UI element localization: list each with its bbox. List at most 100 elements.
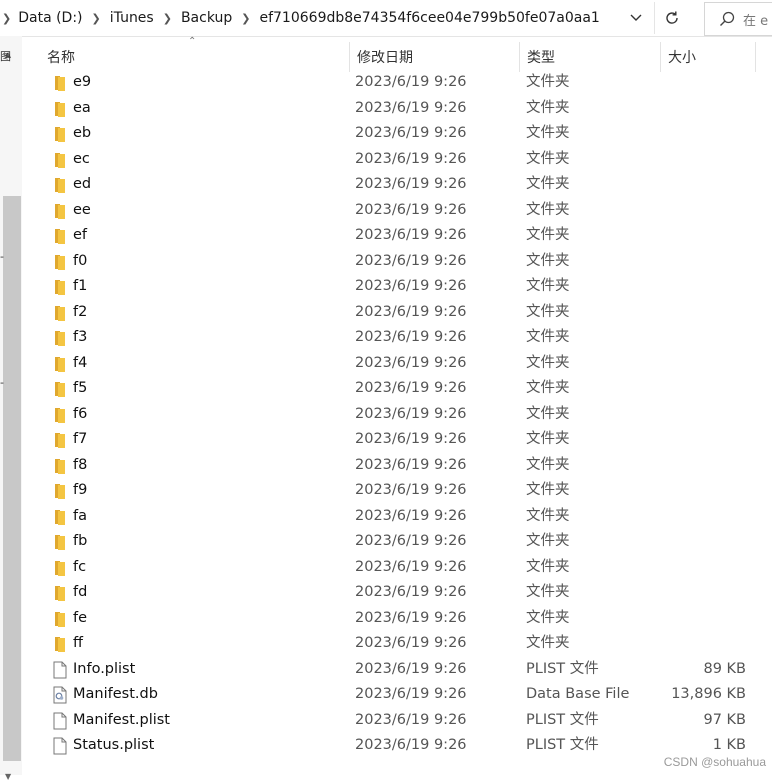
file-name[interactable]: ee [73,198,91,224]
file-name[interactable]: fb [73,529,87,555]
file-name[interactable]: ea [73,96,91,122]
file-type: PLIST 文件 [526,711,599,728]
file-date-modified: 2023/6/19 9:26 [355,278,467,294]
file-name[interactable]: Manifest.db [73,682,158,708]
file-name[interactable]: f7 [73,427,87,453]
file-row[interactable]: f4 2023/6/19 9:26 文件夹 [40,351,772,377]
file-date-modified: 2023/6/19 9:26 [355,74,467,90]
file-name[interactable]: e9 [73,70,91,96]
file-row[interactable]: fb 2023/6/19 9:26 文件夹 [40,529,772,555]
file-type: 文件夹 [526,278,570,294]
file-row[interactable]: eb 2023/6/19 9:26 文件夹 [40,121,772,147]
file-row[interactable]: f8 2023/6/19 9:26 文件夹 [40,453,772,479]
file-row[interactable]: Manifest.plist 2023/6/19 9:26 PLIST 文件 97 K… [40,708,772,734]
database-file-icon [52,686,68,704]
file-name[interactable]: f1 [73,274,87,300]
folder-icon [52,304,68,322]
file-name[interactable]: fa [73,504,87,530]
breadcrumb-item-itunes[interactable]: iTunes [110,10,154,26]
file-name[interactable]: Status.plist [73,733,154,759]
folder-icon [52,202,68,220]
file-size [646,453,746,479]
file-date-modified: 2023/6/19 9:26 [355,558,467,575]
file-row[interactable]: Status.plist 2023/6/19 9:26 PLIST 文件 1 KB [40,733,772,759]
file-row[interactable]: fc 2023/6/19 9:26 文件夹 [40,555,772,581]
file-size [646,223,746,249]
file-row[interactable]: fa 2023/6/19 9:26 文件夹 [40,504,772,530]
file-date-modified: 2023/6/19 9:26 [355,456,467,473]
file-icon [52,737,68,755]
folder-icon [52,406,68,424]
chevron-right-icon[interactable]: ❯ [92,12,101,25]
chevron-right-icon[interactable]: ❯ [241,12,250,25]
breadcrumb-item-folder[interactable]: ef710669db8e74354f6cee04e799b50fe07a0aa1 [259,10,599,26]
nav-pane-scrollbar-thumb[interactable] [3,196,21,761]
file-name[interactable]: f0 [73,249,87,275]
scroll-down-arrow-icon[interactable]: ▼ [5,772,11,781]
file-row[interactable]: f7 2023/6/19 9:26 文件夹 [40,427,772,453]
file-row[interactable]: fe 2023/6/19 9:26 文件夹 [40,606,772,632]
file-name[interactable]: f2 [73,300,87,326]
file-row[interactable]: ee 2023/6/19 9:26 文件夹 [40,198,772,224]
file-name[interactable]: f4 [73,351,87,377]
file-type: 文件夹 [526,176,570,192]
file-type: 文件夹 [526,125,570,141]
file-name[interactable]: f8 [73,453,87,479]
file-list: e9 2023/6/19 9:26 文件夹 ea 2023/6/19 9:26 文件夹 eb… [40,70,772,759]
file-row[interactable]: e9 2023/6/19 9:26 文件夹 [40,70,772,96]
file-row[interactable]: f1 2023/6/19 9:26 文件夹 [40,274,772,300]
file-type: 文件夹 [526,405,570,422]
breadcrumb-item-drive[interactable]: Data (D:) [18,10,82,26]
file-row[interactable]: f3 2023/6/19 9:26 文件夹 [40,325,772,351]
file-name[interactable]: f5 [73,376,87,402]
file-row[interactable]: f6 2023/6/19 9:26 文件夹 [40,402,772,428]
file-size [646,249,746,275]
chevron-right-icon[interactable]: ❯ [163,12,172,25]
file-name[interactable]: fc [73,555,86,581]
file-type: PLIST 文件 [526,737,599,753]
file-row[interactable]: f2 2023/6/19 9:26 文件夹 [40,300,772,326]
file-date-modified: 2023/6/19 9:26 [355,711,467,728]
file-row[interactable]: f5 2023/6/19 9:26 文件夹 [40,376,772,402]
folder-icon [52,533,68,551]
file-row[interactable]: ec 2023/6/19 9:26 文件夹 [40,147,772,173]
address-history-dropdown[interactable] [622,8,650,28]
column-date-modified[interactable]: 修改日期 [350,42,520,72]
folder-icon [52,278,68,296]
column-size[interactable]: 大小 [661,42,756,72]
file-name[interactable]: fe [73,606,87,632]
file-row[interactable]: f0 2023/6/19 9:26 文件夹 [40,249,772,275]
file-name[interactable]: ff [73,631,83,657]
file-name[interactable]: f6 [73,402,87,428]
file-row[interactable]: f9 2023/6/19 9:26 文件夹 [40,478,772,504]
file-name[interactable]: Manifest.plist [73,708,170,734]
search-input[interactable]: 在 e [704,2,772,36]
file-name[interactable]: eb [73,121,91,147]
file-row[interactable]: Manifest.db 2023/6/19 9:26 Data Base File 1… [40,682,772,708]
folder-icon [52,482,68,500]
file-name[interactable]: f9 [73,478,87,504]
file-size [646,325,746,351]
file-date-modified: 2023/6/19 9:26 [355,431,467,447]
file-name[interactable]: ef [73,223,87,249]
file-name[interactable]: f3 [73,325,87,351]
file-row[interactable]: Info.plist 2023/6/19 9:26 PLIST 文件 89 KB [40,657,772,683]
file-name[interactable]: ed [73,172,91,198]
column-name[interactable]: 名称 [40,42,350,72]
refresh-button[interactable] [654,2,689,34]
file-row[interactable]: ea 2023/6/19 9:26 文件夹 [40,96,772,122]
file-name[interactable]: ec [73,147,90,173]
folder-icon [52,508,68,526]
chevron-right-icon[interactable]: ❯ [2,12,11,25]
column-type[interactable]: 类型 [520,42,661,72]
file-type: 文件夹 [526,431,570,447]
file-row[interactable]: ef 2023/6/19 9:26 文件夹 [40,223,772,249]
breadcrumb-item-backup[interactable]: Backup [181,10,232,26]
file-row[interactable]: ed 2023/6/19 9:26 文件夹 [40,172,772,198]
file-row[interactable]: fd 2023/6/19 9:26 文件夹 [40,580,772,606]
file-name[interactable]: Info.plist [73,657,135,683]
file-type: 文件夹 [526,635,570,651]
file-date-modified: 2023/6/19 9:26 [355,482,467,498]
file-row[interactable]: ff 2023/6/19 9:26 文件夹 [40,631,772,657]
file-name[interactable]: fd [73,580,87,606]
